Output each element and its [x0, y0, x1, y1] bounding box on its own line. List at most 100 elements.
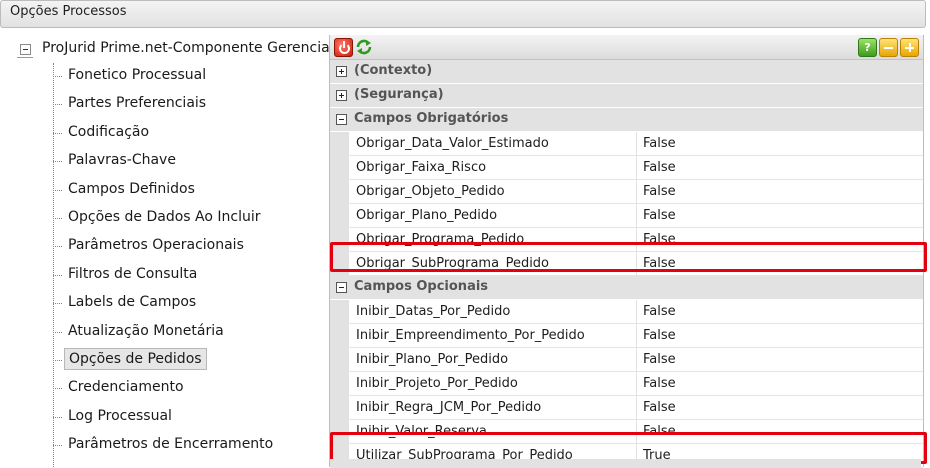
row-gutter — [330, 228, 349, 252]
property-value[interactable]: False — [643, 348, 913, 371]
property-name: Inibir_Regra_JCM_Por_Pedido — [349, 396, 637, 419]
tree-item-label: Opções de Pedidos — [64, 348, 207, 370]
row-gutter — [330, 300, 349, 324]
collapse-toggle-icon[interactable] — [336, 282, 347, 293]
category-label: (Segurança) — [354, 87, 444, 102]
tree-collapse-icon[interactable] — [17, 44, 33, 58]
property-grid: ? (Contexto) (Segurança) Campos Obrigatóri… — [329, 35, 924, 468]
category-label: Campos Obrigatórios — [354, 111, 509, 126]
row-gutter — [330, 324, 349, 348]
tree-branch-line — [53, 331, 62, 333]
options-tree: ProJurid Prime.net-Componente Gerencial … — [0, 28, 334, 467]
window-title-bar: Opções Processos — [0, 0, 926, 28]
tree-branch-line — [53, 189, 62, 191]
property-name: Inibir_Valor_Reserva — [349, 420, 637, 443]
tree-root-label: ProJurid Prime.net-Componente Gerencial — [42, 40, 334, 56]
row-gutter — [330, 372, 349, 396]
tree-item-label: Log Processual — [68, 407, 172, 424]
tree-connector-line — [53, 63, 54, 467]
tree-branch-line — [53, 132, 62, 134]
property-row[interactable]: Obrigar_Programa_Pedido False — [330, 228, 923, 252]
category-label: (Contexto) — [354, 63, 433, 78]
property-row[interactable]: Inibir_Empreendimento_Por_Pedido False — [330, 324, 923, 348]
tree-branch-line — [53, 388, 62, 390]
tree-branch-line — [53, 416, 62, 418]
property-value[interactable]: False — [643, 132, 913, 155]
property-rows: (Contexto) (Segurança) Campos Obrigatórios… — [330, 60, 923, 468]
tree-item-label: Labels de Campos — [68, 294, 197, 311]
property-name: Inibir_Empreendimento_Por_Pedido — [349, 324, 637, 347]
tree-item-label: Fonetico Processual — [68, 67, 207, 83]
property-name: Obrigar_Objeto_Pedido — [349, 180, 637, 203]
row-gutter — [330, 156, 349, 180]
property-name: Inibir_Projeto_Por_Pedido — [349, 372, 637, 395]
tree-branch-line — [53, 161, 62, 163]
property-name: Obrigar_Plano_Pedido — [349, 204, 637, 227]
property-row[interactable]: Inibir_Regra_JCM_Por_Pedido False — [330, 396, 923, 420]
tree-branch-line — [53, 303, 62, 305]
row-gutter — [330, 420, 349, 444]
property-value[interactable]: False — [643, 300, 913, 323]
refresh-icon[interactable] — [355, 38, 372, 55]
property-value[interactable]: False — [643, 420, 913, 443]
row-gutter — [330, 396, 349, 420]
tree-branch-line — [53, 360, 62, 361]
window-title: Opções Processos — [10, 4, 127, 19]
tree-branch-line — [53, 246, 62, 248]
row-gutter — [330, 204, 349, 228]
row-gutter — [330, 252, 349, 276]
tree-item-label: Opções de Dados Ao Incluir — [68, 209, 261, 225]
property-row[interactable]: Inibir_Datas_Por_Pedido False — [330, 300, 923, 324]
collapse-icon[interactable] — [879, 38, 898, 57]
property-row[interactable]: Obrigar_Data_Valor_Estimado False — [330, 132, 923, 156]
expand-toggle-icon[interactable] — [336, 90, 347, 101]
property-name: Inibir_Plano_Por_Pedido — [349, 348, 637, 371]
tree-item-label: Campos Definidos — [68, 180, 195, 197]
expand-icon[interactable] — [900, 38, 919, 57]
property-value[interactable]: False — [643, 372, 913, 395]
tree-branch-line — [53, 76, 62, 77]
property-value[interactable]: False — [643, 156, 913, 179]
help-icon[interactable]: ? — [858, 38, 877, 57]
row-gutter — [330, 180, 349, 204]
property-name: Obrigar_Data_Valor_Estimado — [349, 132, 637, 155]
category-row[interactable]: (Contexto) — [330, 60, 923, 84]
category-row[interactable]: Campos Opcionais — [330, 276, 923, 300]
property-value[interactable]: False — [643, 180, 913, 203]
property-name: Obrigar_Programa_Pedido — [349, 228, 637, 251]
tree-branch-line — [53, 445, 62, 447]
tree-item-label: Parâmetros de Encerramento — [68, 436, 274, 453]
property-row[interactable]: Inibir_Valor_Reserva False — [330, 420, 923, 444]
row-gutter — [330, 132, 349, 156]
property-row[interactable]: Obrigar_Plano_Pedido False — [330, 204, 923, 228]
tree-branch-line — [53, 218, 62, 219]
row-gutter — [330, 348, 349, 372]
tree-item-label: Atualização Monetária — [68, 322, 224, 339]
tree-item-label: Codificação — [68, 123, 150, 140]
property-row[interactable]: Obrigar_SubPrograma_Pedido False — [330, 252, 923, 276]
property-row[interactable]: Inibir_Plano_Por_Pedido False — [330, 348, 923, 372]
power-icon[interactable] — [334, 38, 353, 57]
property-value[interactable]: False — [643, 204, 913, 227]
property-value[interactable]: False — [643, 252, 913, 275]
property-row[interactable]: Inibir_Projeto_Por_Pedido False — [330, 372, 923, 396]
property-row[interactable]: Obrigar_Objeto_Pedido False — [330, 180, 923, 204]
collapse-toggle-icon[interactable] — [336, 114, 347, 125]
property-row[interactable]: Obrigar_Faixa_Risco False — [330, 156, 923, 180]
tree-item-label: Credenciamento — [68, 379, 184, 396]
expand-toggle-icon[interactable] — [336, 66, 347, 77]
property-value[interactable]: False — [643, 396, 913, 419]
property-value[interactable]: False — [643, 324, 913, 347]
tree-branch-line — [53, 104, 62, 106]
property-name: Inibir_Datas_Por_Pedido — [349, 300, 637, 323]
property-name: Obrigar_Faixa_Risco — [349, 156, 637, 179]
category-row[interactable]: Campos Obrigatórios — [330, 108, 923, 132]
property-value[interactable]: False — [643, 228, 913, 251]
tree-item-label: Parâmetros Operacionais — [68, 237, 244, 254]
category-label: Campos Opcionais — [354, 279, 489, 294]
tree-item-label: Filtros de Consulta — [68, 265, 198, 282]
tree-item-label: Palavras-Chave — [68, 152, 176, 169]
category-row[interactable]: (Segurança) — [330, 84, 923, 108]
property-grid-toolbar: ? — [330, 35, 923, 60]
tree-item-label: Partes Preferenciais — [68, 95, 207, 112]
